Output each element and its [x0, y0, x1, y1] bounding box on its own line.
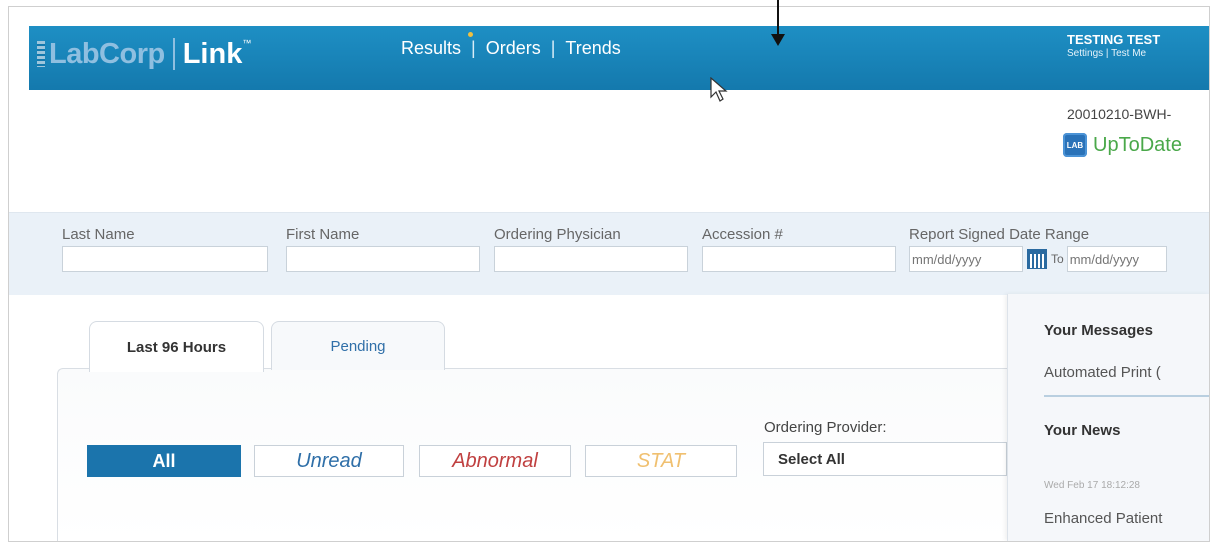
logo-divider	[172, 38, 175, 70]
ordering-provider-label: Ordering Provider:	[764, 419, 887, 436]
physician-group: Ordering Physician	[494, 226, 688, 272]
ordering-provider-select[interactable]: Select All	[763, 442, 1007, 476]
last-name-input[interactable]	[62, 246, 268, 272]
date-range-group: Report Signed Date Range To	[909, 226, 1167, 272]
mouse-pointer-icon	[710, 77, 728, 102]
main-nav: Results | Orders | Trends	[401, 32, 621, 59]
news-title: Your News	[1044, 422, 1121, 439]
uptodate-link[interactable]: LAB UpToDate	[1063, 133, 1182, 157]
message-item[interactable]: Automated Print (	[1044, 364, 1161, 381]
filter-stat-button[interactable]: STAT	[585, 445, 737, 477]
filter-unread-button[interactable]: Unread	[254, 445, 404, 477]
account-id: 20010210-BWH-	[1067, 106, 1172, 122]
logo-mark-icon	[37, 41, 45, 67]
filter-abnormal-button[interactable]: Abnormal	[419, 445, 571, 477]
first-name-input[interactable]	[286, 246, 480, 272]
physician-input[interactable]	[494, 246, 688, 272]
calendar-icon[interactable]	[1027, 249, 1047, 269]
side-panel: Your Messages Automated Print ( Your New…	[1007, 294, 1209, 541]
labcorp-link-logo[interactable]: LabCorp Link ™	[37, 34, 251, 74]
search-bar: Last Name First Name Ordering Physician …	[9, 212, 1209, 295]
date-to-label: To	[1051, 252, 1064, 266]
physician-label: Ordering Physician	[494, 226, 621, 243]
nav-trends[interactable]: Trends	[565, 38, 620, 59]
user-links[interactable]: Settings | Test Me	[1067, 48, 1160, 59]
accession-group: Accession #	[702, 226, 896, 272]
user-panel: TESTING TEST Settings | Test Me	[1067, 32, 1160, 59]
news-date: Wed Feb 17 18:12:28	[1044, 480, 1140, 491]
app-window: LabCorp Link ™ Results | Orders | Trends…	[8, 6, 1210, 542]
date-from-input[interactable]	[909, 246, 1023, 272]
uptodate-icon: LAB	[1063, 133, 1087, 157]
tab-pending[interactable]: Pending	[271, 321, 445, 370]
logo-trademark: ™	[242, 38, 252, 48]
logo-brand: LabCorp	[49, 37, 165, 70]
nav-results[interactable]: Results	[401, 38, 461, 59]
results-notification-dot	[468, 32, 473, 37]
messages-title: Your Messages	[1044, 322, 1153, 339]
uptodate-label: UpToDate	[1093, 133, 1182, 156]
date-to-input[interactable]	[1066, 246, 1167, 272]
side-divider	[1044, 395, 1209, 397]
nav-orders[interactable]: Orders	[486, 38, 541, 59]
annotation-arrow	[771, 0, 785, 48]
first-name-group: First Name	[286, 226, 480, 272]
accession-label: Accession #	[702, 226, 783, 243]
last-name-label: Last Name	[62, 226, 135, 243]
accession-input[interactable]	[702, 246, 896, 272]
filter-all-button[interactable]: All	[87, 445, 241, 477]
nav-separator: |	[471, 38, 476, 58]
top-navigation-bar: LabCorp Link ™ Results | Orders | Trends…	[29, 26, 1209, 90]
last-name-group: Last Name	[62, 226, 268, 272]
logo-product: Link	[182, 37, 243, 70]
tab-last-96-hours[interactable]: Last 96 Hours	[89, 321, 264, 372]
user-name: TESTING TEST	[1067, 32, 1161, 47]
date-range-label: Report Signed Date Range	[909, 226, 1090, 243]
news-item[interactable]: Enhanced Patient	[1044, 510, 1162, 527]
nav-separator: |	[550, 38, 556, 58]
first-name-label: First Name	[286, 226, 360, 243]
